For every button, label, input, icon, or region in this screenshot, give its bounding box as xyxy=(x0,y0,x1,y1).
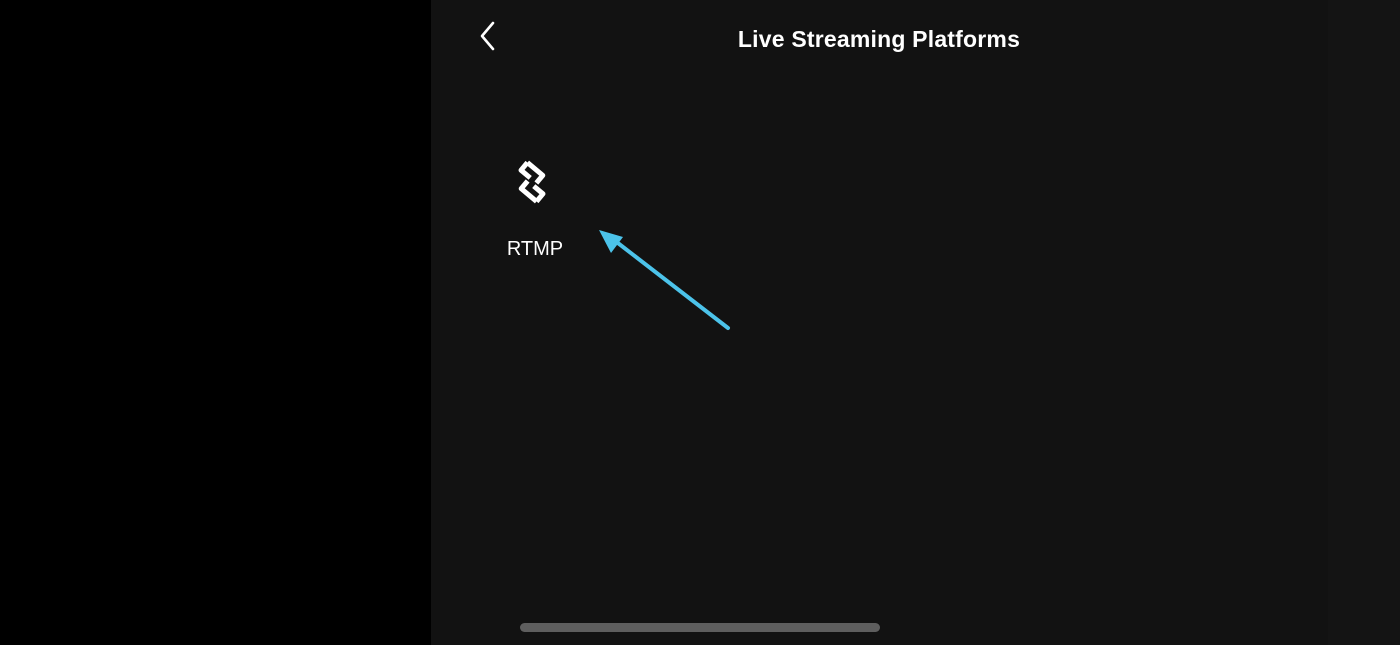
platform-label: RTMP xyxy=(506,238,564,260)
back-button[interactable] xyxy=(472,18,504,54)
arrow-pointer-icon xyxy=(599,230,730,330)
page-title: Live Streaming Platforms xyxy=(737,26,1021,52)
right-letterbox xyxy=(1328,0,1400,645)
chevron-left-icon xyxy=(480,21,495,51)
platform-tile-rtmp[interactable]: RTMP xyxy=(494,150,576,270)
main-panel xyxy=(431,0,1328,645)
app-screen: Live Streaming Platforms RTMP xyxy=(0,0,1400,645)
link-icon xyxy=(518,160,546,204)
home-indicator[interactable] xyxy=(520,623,880,632)
left-letterbox xyxy=(0,0,431,645)
